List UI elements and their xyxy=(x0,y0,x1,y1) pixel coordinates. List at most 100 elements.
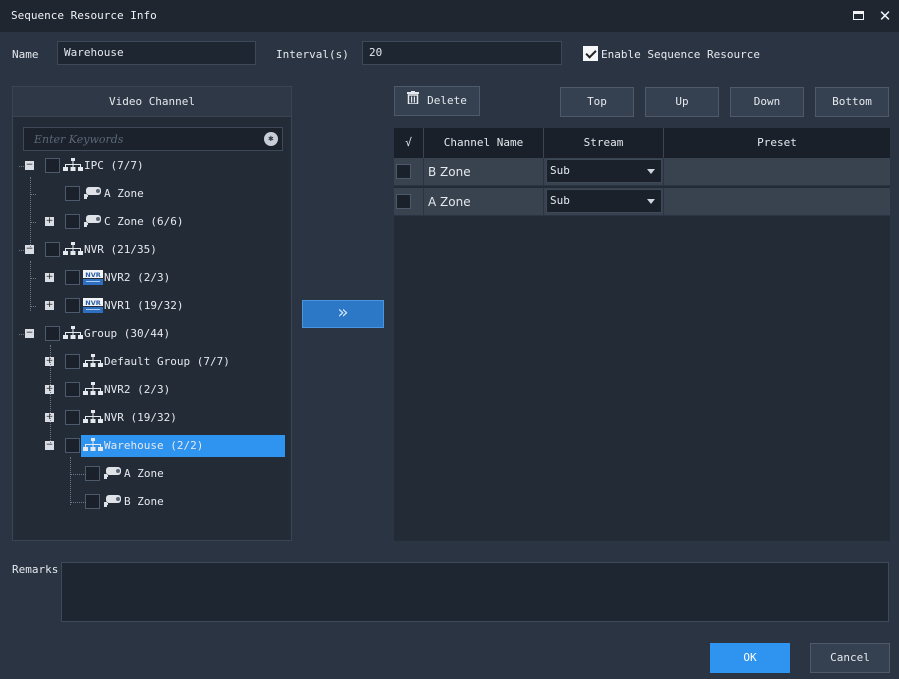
stream-dropdown[interactable]: Sub xyxy=(546,189,662,213)
svg-text:NVR: NVR xyxy=(85,299,100,307)
collapse-icon[interactable]: − xyxy=(25,329,34,338)
name-input[interactable]: Warehouse xyxy=(57,41,256,65)
tree-node[interactable]: + NVR2 (2/3) xyxy=(13,379,291,401)
delete-label: Delete xyxy=(427,94,467,107)
collapse-icon[interactable]: − xyxy=(25,161,34,170)
close-icon[interactable]: ✕ xyxy=(877,8,893,24)
channel-name-header: Channel Name xyxy=(424,128,544,158)
tree-node-label: A Zone xyxy=(124,467,164,480)
tree-connector xyxy=(70,502,86,503)
tree-node-label: Default Group (7/7) xyxy=(104,355,230,368)
tree-connector xyxy=(70,474,86,475)
tree-node-label: A Zone xyxy=(104,187,144,200)
tree-node-label: NVR2 (2/3) xyxy=(104,383,171,396)
tree-node[interactable]: B Zone xyxy=(13,491,291,513)
camera-icon xyxy=(83,214,103,230)
tree-node-label: Warehouse (2/2) xyxy=(104,439,204,452)
stream-header: Stream xyxy=(544,128,664,158)
stream-value: Sub xyxy=(550,194,570,207)
tree-connector xyxy=(30,177,31,247)
tree-node-label: IPC (7/7) xyxy=(84,159,144,172)
tree-node-checkbox[interactable] xyxy=(65,270,80,285)
tree-node[interactable]: + Default Group (7/7) xyxy=(13,351,291,373)
tree-node-label: NVR (19/32) xyxy=(104,411,177,424)
tree-connector xyxy=(30,306,36,307)
tree-connector xyxy=(30,278,36,279)
enable-sequence-label: Enable Sequence Resource xyxy=(601,48,760,61)
bottom-button[interactable]: Bottom xyxy=(815,87,889,117)
tree-connector xyxy=(19,250,24,251)
ok-button[interactable]: OK xyxy=(710,643,790,673)
search-box[interactable]: Enter Keywords ✱ xyxy=(23,127,283,151)
maximize-icon[interactable] xyxy=(850,8,866,24)
interval-label: Interval(s) xyxy=(276,48,349,61)
tree-node-checkbox[interactable] xyxy=(45,326,60,341)
network-icon xyxy=(83,438,103,454)
network-icon xyxy=(63,158,83,174)
expand-icon[interactable]: + xyxy=(45,273,54,282)
tree-node[interactable]: A Zone xyxy=(13,183,291,205)
tree-node-label: Group (30/44) xyxy=(84,327,171,340)
tree-node[interactable]: − Warehouse (2/2) xyxy=(45,435,285,457)
add-to-sequence-button[interactable]: » xyxy=(302,300,384,328)
trash-icon xyxy=(407,87,420,115)
cancel-button[interactable]: Cancel xyxy=(810,643,890,673)
tree-connector xyxy=(50,345,51,445)
tree-node[interactable]: + NVR NVR2 (2/3) xyxy=(13,267,291,289)
tree-node-checkbox[interactable] xyxy=(45,158,60,173)
down-button[interactable]: Down xyxy=(730,87,804,117)
network-icon xyxy=(83,382,103,398)
select-all-header[interactable]: √ xyxy=(394,128,424,158)
svg-text:NVR: NVR xyxy=(85,271,100,279)
tree-node-checkbox[interactable] xyxy=(65,298,80,313)
tree-node-label: B Zone xyxy=(124,495,164,508)
chevron-down-icon xyxy=(647,169,655,174)
tree-node-label: NVR1 (19/32) xyxy=(104,299,184,312)
row-check-cell xyxy=(394,188,424,216)
tree-node-checkbox[interactable] xyxy=(65,410,80,425)
enable-sequence-checkbox[interactable] xyxy=(583,46,598,61)
network-icon xyxy=(63,326,83,342)
row-checkbox[interactable] xyxy=(396,194,411,209)
tree-node[interactable]: − IPC (7/7) xyxy=(13,155,291,177)
tree-connector xyxy=(70,457,71,505)
search-input[interactable]: Enter Keywords xyxy=(34,133,123,146)
video-channel-panel: Video Channel Enter Keywords ✱ − IPC (7/7… xyxy=(12,86,292,541)
table-row[interactable]: A Zone Sub xyxy=(394,188,890,216)
nvr-icon: NVR xyxy=(83,270,103,286)
preset-cell[interactable] xyxy=(664,158,890,186)
tree-node[interactable]: + C Zone (6/6) xyxy=(13,211,291,233)
tree-node-checkbox[interactable] xyxy=(45,242,60,257)
delete-button[interactable]: Delete xyxy=(394,86,480,116)
tree-node[interactable]: − NVR (21/35) xyxy=(13,239,291,261)
tree-node-checkbox[interactable] xyxy=(65,186,80,201)
tree-connector xyxy=(30,222,36,223)
clear-search-icon[interactable]: ✱ xyxy=(264,132,278,146)
tree-node-checkbox[interactable] xyxy=(65,214,80,229)
tree-node[interactable]: A Zone xyxy=(13,463,291,485)
up-button[interactable]: Up xyxy=(645,87,719,117)
tree-node-checkbox[interactable] xyxy=(65,354,80,369)
tree-node[interactable]: + NVR (19/32) xyxy=(13,407,291,429)
tree-node-label: NVR2 (2/3) xyxy=(104,271,171,284)
tree-node-checkbox[interactable] xyxy=(85,494,100,509)
table-row[interactable]: B Zone Sub xyxy=(394,158,890,186)
network-icon xyxy=(83,410,103,426)
tree-node-checkbox[interactable] xyxy=(65,382,80,397)
row-checkbox[interactable] xyxy=(396,164,411,179)
preset-header: Preset xyxy=(757,136,797,149)
remarks-textarea[interactable] xyxy=(61,562,889,622)
preset-cell[interactable] xyxy=(664,188,890,216)
tree-node-checkbox[interactable] xyxy=(65,438,80,453)
tree-node-checkbox[interactable] xyxy=(85,466,100,481)
top-button[interactable]: Top xyxy=(560,87,634,117)
tree-node[interactable]: + NVR NVR1 (19/32) xyxy=(13,295,291,317)
tree-node[interactable]: − Group (30/44) xyxy=(13,323,291,345)
stream-cell: Sub xyxy=(544,188,664,216)
stream-dropdown[interactable]: Sub xyxy=(546,159,662,183)
sequence-table: √ Channel Name Stream Preset B Zone Sub A … xyxy=(394,128,890,541)
camera-icon xyxy=(83,186,103,202)
expand-icon[interactable]: + xyxy=(45,217,54,226)
expand-icon[interactable]: + xyxy=(45,301,54,310)
interval-input[interactable]: 20 xyxy=(362,41,562,65)
